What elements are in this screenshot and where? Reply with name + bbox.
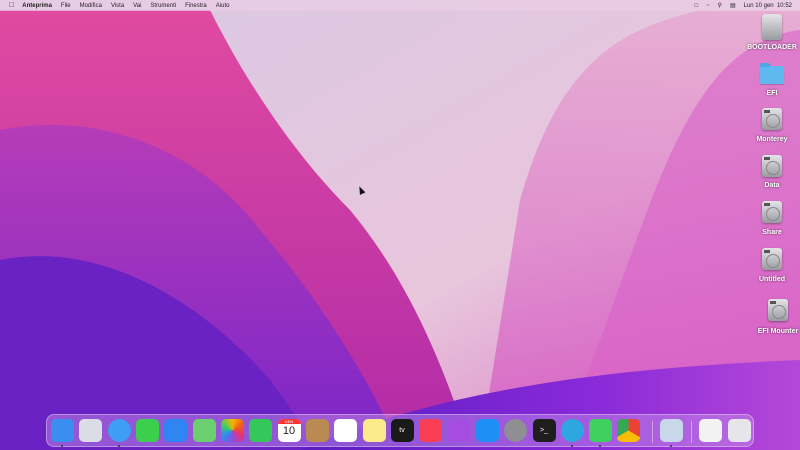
desktop-item-untitled[interactable]: Untitled bbox=[740, 248, 800, 284]
dock-item-musica[interactable] bbox=[418, 419, 442, 442]
menu-finestra[interactable]: Finestra bbox=[185, 3, 207, 9]
desktop-item-data[interactable]: Data bbox=[740, 155, 800, 190]
desktop-item-efi-mounter[interactable]: EFI Mounter bbox=[746, 299, 800, 336]
dock-item-terminale[interactable]: >_ bbox=[532, 419, 556, 442]
terminale-icon: >_ bbox=[540, 427, 548, 434]
external-drive-icon bbox=[762, 14, 782, 40]
dock-item-promemoria[interactable] bbox=[333, 419, 357, 442]
desktop-item-label: Monterey bbox=[756, 136, 788, 143]
dock-item-preferenze-di-sistema[interactable] bbox=[503, 419, 527, 442]
menu-app-name[interactable]: Anteprima bbox=[22, 3, 52, 9]
dock-item-contatti[interactable] bbox=[305, 419, 329, 442]
tv-icon: tv bbox=[399, 427, 405, 434]
menu-vista[interactable]: Vista bbox=[111, 3, 124, 9]
menu-modifica[interactable]: Modifica bbox=[80, 3, 102, 9]
desktop-wallpaper bbox=[0, 0, 800, 450]
desktop-item-label: EFI Mounter bbox=[757, 328, 799, 335]
apple-logo-icon[interactable]:  bbox=[9, 2, 14, 9]
wifi-icon[interactable]: ≈ bbox=[706, 3, 709, 9]
dock-item-finder[interactable] bbox=[50, 419, 74, 442]
dock-item-foto[interactable] bbox=[220, 419, 244, 442]
running-indicator bbox=[61, 445, 63, 447]
desktop-item-bootloader[interactable]: BOOTLOADER bbox=[740, 14, 800, 52]
desktop-item-label: BOOTLOADER bbox=[747, 44, 797, 51]
calendar-day: 10 bbox=[282, 425, 296, 437]
dock-item-cestino[interactable] bbox=[727, 419, 751, 442]
running-indicator bbox=[571, 445, 573, 447]
menu-bar:  Anteprima File Modifica Vista Vai Stru… bbox=[0, 0, 800, 11]
control-center-icon[interactable]: ▤ bbox=[730, 2, 736, 9]
running-indicator bbox=[118, 445, 120, 447]
desktop-item-label: EFI bbox=[766, 90, 778, 97]
menu-strumenti[interactable]: Strumenti bbox=[150, 3, 176, 9]
hard-drive-icon bbox=[762, 201, 782, 223]
desktop-item-monterey[interactable]: Monterey bbox=[740, 108, 800, 144]
running-indicator bbox=[670, 445, 672, 447]
menu-vai[interactable]: Vai bbox=[133, 3, 141, 9]
dock-item-telegram[interactable] bbox=[560, 419, 584, 442]
dock-item-documento[interactable] bbox=[698, 419, 722, 442]
dock-item-whatsapp[interactable] bbox=[588, 419, 612, 442]
hard-drive-icon bbox=[762, 248, 782, 270]
folder-icon bbox=[760, 63, 784, 84]
hard-drive-icon bbox=[768, 299, 788, 321]
dock-item-calendario[interactable]: GEN 10 bbox=[277, 419, 301, 442]
screen-mirroring-icon[interactable]: □ bbox=[695, 3, 699, 9]
dock-item-note[interactable] bbox=[362, 419, 386, 442]
desktop-item-share[interactable]: Share bbox=[740, 201, 800, 237]
dock: GEN 10 tv >_ bbox=[46, 414, 754, 447]
menu-clock[interactable]: Lun 10 gen 10:52 bbox=[744, 3, 792, 9]
dock-item-mappe[interactable] bbox=[192, 419, 216, 442]
dock-item-facetime[interactable] bbox=[248, 419, 272, 442]
desktop-item-label: Data bbox=[764, 182, 780, 189]
desktop-item-label: Untitled bbox=[758, 276, 786, 283]
dock-item-launchpad[interactable] bbox=[78, 419, 102, 442]
dock-item-safari[interactable] bbox=[107, 419, 131, 442]
dock-item-podcast[interactable] bbox=[447, 419, 471, 442]
menu-aiuto[interactable]: Aiuto bbox=[216, 3, 230, 9]
hard-drive-icon bbox=[762, 155, 782, 177]
desktop-item-efi[interactable]: EFI bbox=[740, 63, 800, 98]
dock-item-messaggi[interactable] bbox=[135, 419, 159, 442]
desktop-item-label: Share bbox=[762, 229, 782, 236]
dock-separator bbox=[652, 421, 653, 443]
dock-item-chrome[interactable] bbox=[616, 419, 640, 442]
dock-item-tv[interactable]: tv bbox=[390, 419, 414, 442]
hard-drive-icon bbox=[762, 108, 782, 130]
dock-item-anteprima[interactable] bbox=[659, 419, 683, 442]
dock-item-mail[interactable] bbox=[163, 419, 187, 442]
menu-file[interactable]: File bbox=[61, 3, 71, 9]
dock-item-app-store[interactable] bbox=[475, 419, 499, 442]
running-indicator bbox=[599, 445, 601, 447]
spotlight-search-icon[interactable]: ⚲ bbox=[718, 2, 722, 9]
dock-separator bbox=[691, 421, 692, 443]
